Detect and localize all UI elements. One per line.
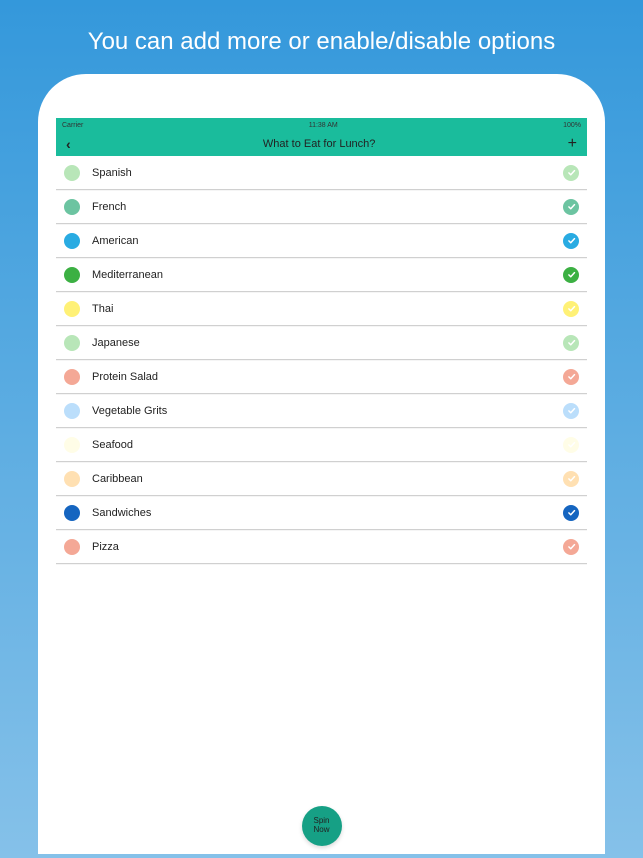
toggle-check-icon[interactable] [563,335,579,351]
item-label: Caribbean [92,473,563,485]
list-item[interactable]: Protein Salad [56,360,587,394]
nav-bar: ‹ What to Eat for Lunch? + [56,132,587,156]
color-dot-icon [64,369,80,385]
list-item[interactable]: Caribbean [56,462,587,496]
color-dot-icon [64,437,80,453]
item-label: Thai [92,303,563,315]
list-item[interactable]: Mediterranean [56,258,587,292]
list-item[interactable]: Vegetable Grits [56,394,587,428]
promo-headline: You can add more or enable/disable optio… [0,0,643,74]
item-label: Japanese [92,337,563,349]
toggle-check-icon[interactable] [563,539,579,555]
options-list: Spanish French American Mediterranean Thai Ja… [56,156,587,564]
toggle-check-icon[interactable] [563,233,579,249]
nav-title: What to Eat for Lunch? [71,138,568,150]
item-label: Pizza [92,541,563,553]
color-dot-icon [64,335,80,351]
spin-label: Spin Now [313,817,329,835]
list-item[interactable]: Seafood [56,428,587,462]
list-item[interactable]: Japanese [56,326,587,360]
color-dot-icon [64,233,80,249]
list-item[interactable]: Sandwiches [56,496,587,530]
color-dot-icon [64,267,80,283]
item-label: American [92,235,563,247]
spin-now-button[interactable]: Spin Now [302,806,342,846]
device-frame: Carrier 11:38 AM 100% ‹ What to Eat for … [38,74,605,854]
color-dot-icon [64,505,80,521]
item-label: Protein Salad [92,371,563,383]
color-dot-icon [64,539,80,555]
status-bar: Carrier 11:38 AM 100% [56,118,587,132]
status-time: 11:38 AM [309,122,338,129]
list-item[interactable]: Spanish [56,156,587,190]
color-dot-icon [64,199,80,215]
toggle-check-icon[interactable] [563,165,579,181]
list-item[interactable]: American [56,224,587,258]
toggle-check-icon[interactable] [563,505,579,521]
toggle-check-icon[interactable] [563,369,579,385]
list-item[interactable]: French [56,190,587,224]
status-battery: 100% [563,122,581,129]
color-dot-icon [64,403,80,419]
item-label: Vegetable Grits [92,405,563,417]
toggle-check-icon[interactable] [563,471,579,487]
color-dot-icon [64,301,80,317]
item-label: Sandwiches [92,507,563,519]
item-label: Seafood [92,439,563,451]
item-label: Spanish [92,167,563,179]
list-item[interactable]: Thai [56,292,587,326]
status-carrier: Carrier [62,122,83,129]
color-dot-icon [64,165,80,181]
toggle-check-icon[interactable] [563,403,579,419]
item-label: Mediterranean [92,269,563,281]
toggle-check-icon[interactable] [563,301,579,317]
list-item[interactable]: Pizza [56,530,587,564]
toggle-check-icon[interactable] [563,199,579,215]
toggle-check-icon[interactable] [563,437,579,453]
toggle-check-icon[interactable] [563,267,579,283]
add-button[interactable]: + [568,135,577,153]
color-dot-icon [64,471,80,487]
item-label: French [92,201,563,213]
